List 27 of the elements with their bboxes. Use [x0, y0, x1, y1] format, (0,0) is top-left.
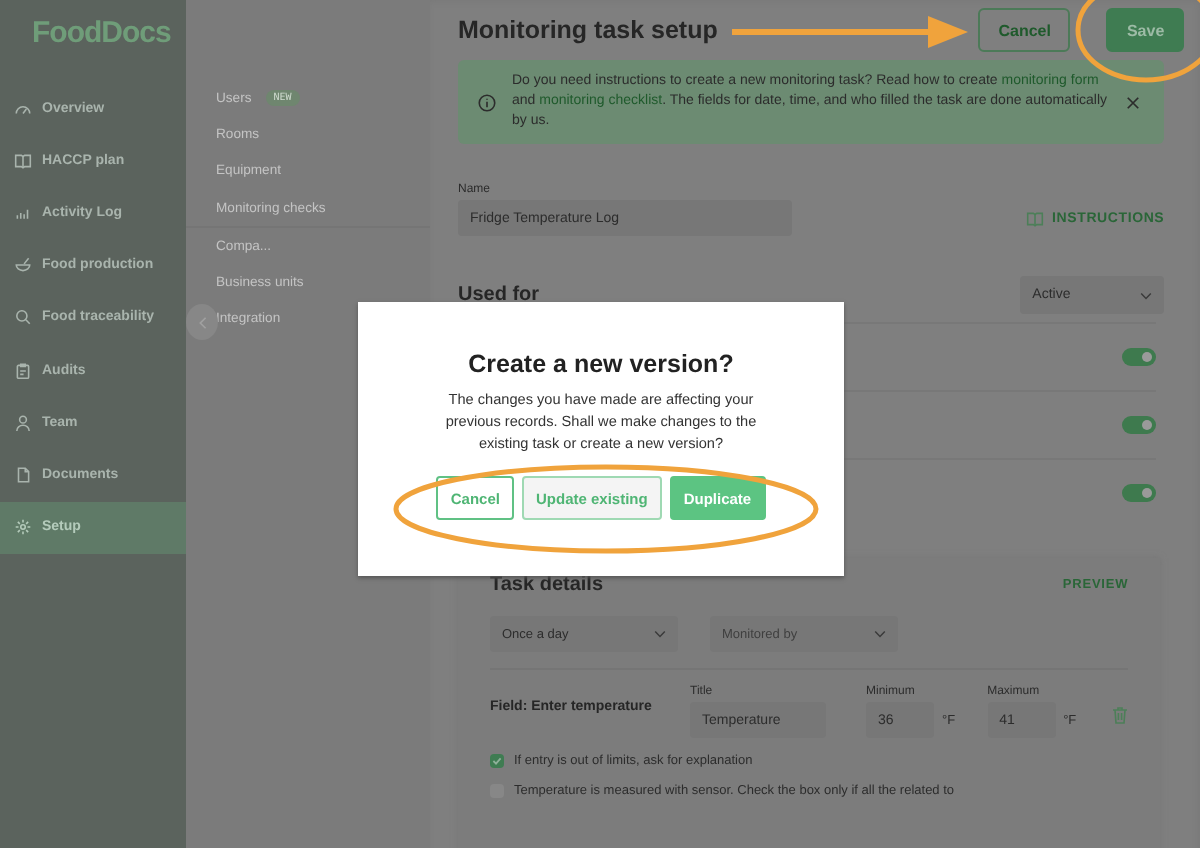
- chevron-down-icon: [1140, 291, 1153, 299]
- document-icon: [14, 465, 32, 484]
- chevron-left-icon: [197, 315, 207, 329]
- gear-icon: [14, 518, 32, 537]
- logo: FoodDocs: [30, 14, 173, 54]
- checkbox[interactable]: [490, 754, 504, 768]
- search-icon: [14, 308, 32, 327]
- chevron-down-icon: [654, 630, 666, 638]
- person-icon: [14, 413, 32, 432]
- book-icon: [1026, 210, 1045, 228]
- save-button[interactable]: Save: [1106, 8, 1185, 52]
- collapse-button[interactable]: [186, 304, 218, 340]
- info-icon: [478, 93, 496, 111]
- book-icon: [14, 151, 32, 170]
- dialog-title: Create a new version?: [468, 350, 734, 378]
- page-title: Monitoring task setup: [458, 16, 718, 44]
- section-title: Used for: [458, 284, 540, 306]
- toggle-switch[interactable]: [1122, 416, 1157, 434]
- close-icon[interactable]: [1126, 95, 1141, 109]
- section-title: Task details: [490, 574, 604, 596]
- toggle-switch[interactable]: [1122, 348, 1157, 366]
- toggle-switch[interactable]: [1122, 484, 1157, 502]
- bowl-icon: [14, 256, 32, 275]
- clipboard-icon: [14, 361, 32, 380]
- trash-icon[interactable]: [1112, 706, 1129, 724]
- chevron-down-icon: [874, 630, 886, 638]
- cancel-button[interactable]: Cancel: [978, 8, 1071, 52]
